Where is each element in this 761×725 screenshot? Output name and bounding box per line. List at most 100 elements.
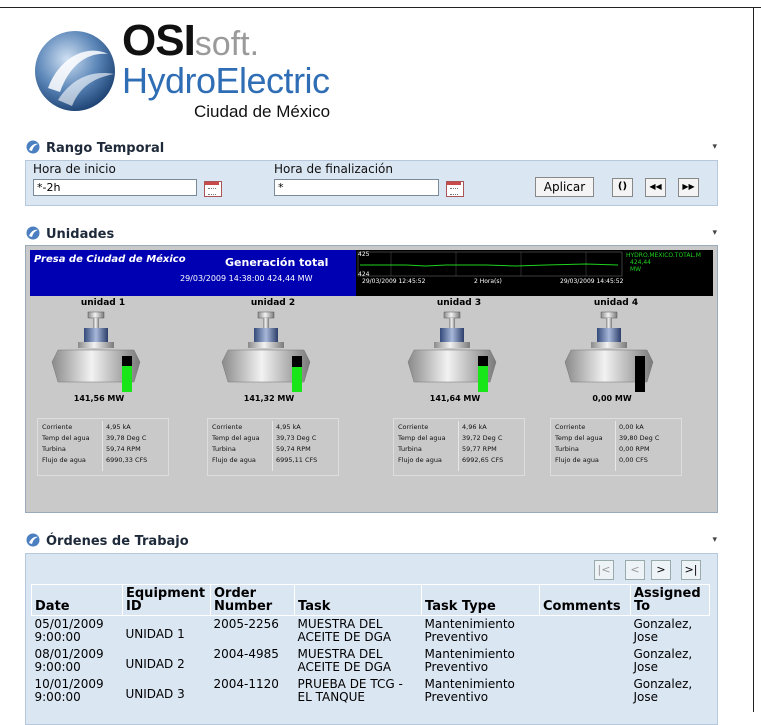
osisoft-swirl-logo-icon (35, 31, 115, 111)
info-separator (615, 421, 616, 471)
table-row[interactable]: 05/01/2009 9:00:00 UNIDAD 1 2005-2256 MUEST… (32, 616, 710, 647)
pager-first-button[interactable]: |< (594, 560, 614, 580)
forward-button[interactable]: ▶▶ (678, 178, 699, 197)
generation-title: Generación total (225, 256, 329, 269)
output-level-bar (635, 356, 645, 392)
col-order-number[interactable]: Order Number (210, 584, 295, 616)
unit-mw-value: 141,32 MW (243, 394, 295, 403)
rango-menu-arrow-icon[interactable]: ▾ (712, 142, 717, 152)
cell-assigned: Gonzalez, Jose (633, 647, 693, 674)
col-task-type[interactable]: Task Type (421, 584, 540, 616)
table-header-row: Date Equipment ID Order Number Task Task… (31, 584, 710, 616)
unidades-menu-arrow-icon[interactable]: ▾ (712, 228, 717, 238)
col-task[interactable]: Task (294, 584, 422, 616)
pager-next-button[interactable]: > (651, 560, 671, 580)
table-row[interactable]: 08/01/2009 9:00:00 UNIDAD 2 2004-4985 MUEST… (32, 646, 710, 676)
unit-mw-value: 141,64 MW (429, 394, 481, 403)
info-value-corriente: 4,95 kA (276, 423, 301, 431)
info-value-temp: 39,72 Deg C (462, 434, 503, 442)
ordenes-menu-arrow-icon[interactable]: ▾ (712, 535, 717, 545)
trend-end-time: 29/03/2009 14:45:52 (560, 278, 624, 285)
info-value-flujo: 6992,65 CFS (462, 456, 504, 464)
unidades-title: Unidades (26, 226, 114, 244)
brand-city: Ciudad de México (194, 102, 331, 121)
trend-start-time: 29/03/2009 12:45:52 (362, 278, 426, 285)
col-comments[interactable]: Comments (539, 584, 631, 616)
unit-info-box: Corriente 4,95 kA Temp del agua 39,78 Deg C… (37, 418, 169, 476)
col-date[interactable]: Date (31, 584, 123, 616)
turbine-generator-icon (564, 311, 654, 383)
generation-value: 29/03/2009 14:38:00 424,44 MW (180, 274, 313, 283)
cell-date: 05/01/2009 9:00:00 (34, 617, 104, 644)
cell-assigned: Gonzalez, Jose (633, 617, 693, 644)
info-separator (102, 421, 103, 471)
unit-name: unidad 3 (436, 298, 482, 308)
info-label-corriente: Corriente (555, 423, 586, 431)
trend-tag: HYDRO.MEXICO.TOTAL.M (626, 252, 701, 259)
unit-info-box: Corriente 4,95 kA Temp del agua 39,73 Deg C… (207, 418, 339, 476)
col-assigned-to[interactable]: Assigned To (630, 584, 710, 616)
start-calendar-icon[interactable] (204, 181, 222, 197)
end-calendar-icon[interactable] (446, 181, 464, 197)
output-level-fill (292, 367, 302, 392)
info-value-flujo: 0,00 CFS (619, 456, 648, 464)
info-label-turbina: Turbina (212, 445, 236, 453)
cell-type: Mantenimiento Preventivo (424, 677, 515, 704)
work-orders-table: Date Equipment ID Order Number Task Task… (31, 584, 710, 706)
start-time-input[interactable]: *-2h (33, 179, 197, 196)
info-label-turbina: Turbina (555, 445, 579, 453)
unit-mw-value: 0,00 MW (592, 394, 632, 403)
info-label-corriente: Corriente (398, 423, 429, 431)
info-label-flujo: Flujo de agua (398, 456, 442, 464)
cell-type: Mantenimiento Preventivo (424, 647, 515, 674)
ordenes-title: Órdenes de Trabajo (26, 533, 189, 551)
info-label-flujo: Flujo de agua (555, 456, 599, 464)
trend-ymax: 425 (358, 251, 370, 258)
unidades-title-text: Unidades (46, 227, 115, 242)
webpart-swirl-icon (26, 533, 40, 551)
brand-osi: OSI (122, 16, 196, 65)
info-label-temp: Temp del agua (212, 434, 260, 442)
info-value-turbina: 59,74 RPM (276, 445, 311, 453)
webpart-swirl-icon (26, 140, 40, 158)
cell-date: 08/01/2009 9:00:00 (34, 647, 104, 674)
turbine-generator-icon (221, 311, 311, 383)
info-separator (458, 421, 459, 471)
apply-button[interactable]: Aplicar (535, 177, 594, 197)
trend-span: 2 Hora(s) (474, 278, 502, 285)
pager-prev-button[interactable]: < (625, 560, 645, 580)
turbine-generator-icon (407, 311, 497, 383)
cell-order: 2004-4985 (213, 647, 279, 661)
back-button[interactable]: ◀◀ (645, 178, 666, 197)
refresh-button[interactable]: () (612, 178, 633, 197)
table-row[interactable]: 10/01/2009 9:00:00 UNIDAD 3 2004-1120 PRUEB… (32, 676, 710, 706)
turbine-generator-icon (51, 311, 141, 383)
cell-comments (540, 646, 631, 676)
end-label: Hora de finalización (274, 162, 393, 176)
pager-last-button[interactable]: >| (681, 560, 701, 580)
cell-comments (540, 676, 631, 706)
info-value-corriente: 0,00 kA (619, 423, 644, 431)
col-equipment-id[interactable]: Equipment ID (122, 584, 211, 616)
trend-line (360, 263, 619, 267)
info-value-turbina: 0,00 RPM (619, 445, 650, 453)
start-label: Hora de inicio (33, 162, 116, 176)
end-time-input[interactable]: * (274, 179, 439, 196)
info-value-temp: 39,73 Deg C (276, 434, 317, 442)
info-label-flujo: Flujo de agua (212, 456, 256, 464)
webpart-swirl-icon (26, 226, 40, 244)
company-logo: OSIsoft. HydroElectric Ciudad de México (30, 18, 360, 130)
cell-equip: UNIDAD 2 (125, 656, 185, 671)
unit-info-box: Corriente 0,00 kA Temp del agua 39,80 Deg C… (550, 418, 682, 476)
unit-name: unidad 2 (250, 298, 296, 308)
plant-header-band: Presa de Ciudad de México Generación tot… (30, 250, 356, 296)
trend-value: 424,44 (630, 259, 651, 266)
unit-name: unidad 4 (593, 298, 639, 308)
cell-type: Mantenimiento Preventivo (424, 617, 515, 644)
info-label-temp: Temp del agua (555, 434, 603, 442)
info-label-temp: Temp del agua (42, 434, 90, 442)
cell-order: 2005-2256 (213, 617, 279, 631)
cell-order: 2004-1120 (213, 677, 279, 691)
info-label-temp: Temp del agua (398, 434, 446, 442)
info-value-flujo: 6990,33 CFS (106, 456, 148, 464)
